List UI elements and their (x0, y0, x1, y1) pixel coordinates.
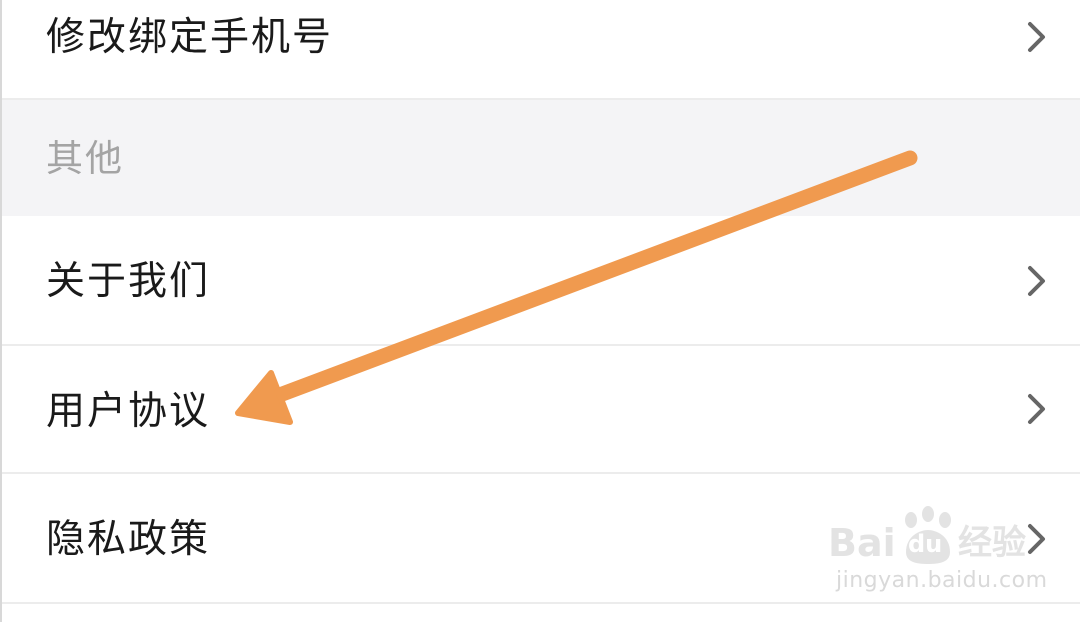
section-header-other (2, 100, 1080, 216)
chevron-right-icon (1028, 266, 1045, 296)
settings-item-label: 关于我们 (46, 259, 211, 304)
settings-item-label: 隐私政策 (46, 517, 211, 562)
settings-item-privacy-policy[interactable]: 隐私政策 (2, 474, 1080, 602)
chevron-right-icon (1028, 394, 1045, 424)
chevron-right-icon (1028, 22, 1045, 52)
divider (2, 602, 1080, 604)
settings-item-change-phone[interactable]: 修改绑定手机号 (2, 0, 1080, 98)
settings-item-about-us[interactable]: 关于我们 (2, 216, 1080, 344)
section-header-label: 其他 (46, 137, 124, 180)
settings-screen: 修改绑定手机号 其他 关于我们 用户协议 隐私政策 Bai du 经验 jing… (0, 0, 1080, 622)
settings-item-label: 修改绑定手机号 (46, 15, 334, 60)
chevron-right-icon (1028, 524, 1045, 554)
settings-item-label: 用户协议 (46, 389, 211, 434)
settings-item-user-agreement[interactable]: 用户协议 (2, 346, 1080, 472)
